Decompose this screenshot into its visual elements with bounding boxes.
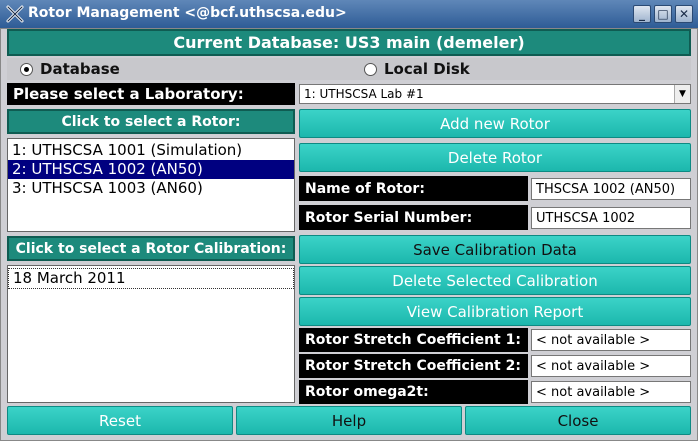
stretch1-label: Rotor Stretch Coefficient 1: (299, 328, 528, 352)
add-rotor-button[interactable]: Add new Rotor (299, 109, 691, 138)
stretch2-label-text: Rotor Stretch Coefficient 2: (305, 358, 521, 374)
lab-select-value: 1: UTHSCSA Lab #1 (304, 87, 424, 101)
rotor-list-header-text: Click to select a Rotor: (61, 113, 241, 130)
rotor-list-item[interactable]: 1: UTHSCSA 1001 (Simulation) (8, 141, 294, 160)
current-database-banner: Current Database: US3 main (demeler) (7, 29, 691, 56)
rotor-serial-label-text: Rotor Serial Number: (305, 209, 473, 226)
view-calibration-report-button[interactable]: View Calibration Report (299, 297, 691, 326)
rotor-list-item[interactable]: 3: UTHSCSA 1003 (AN60) (8, 179, 294, 198)
local-disk-radio-label: Local Disk (384, 60, 470, 78)
rotor-list-item-selected[interactable]: 2: UTHSCSA 1002 (AN50) (8, 160, 294, 179)
delete-calibration-button[interactable]: Delete Selected Calibration (299, 266, 691, 295)
rotor-name-value: THSCSA 1002 (AN50) (536, 181, 676, 197)
lab-prompt: Please select a Laboratory: (7, 83, 295, 105)
rotor-name-input[interactable]: THSCSA 1002 (AN50) (531, 178, 691, 200)
database-radio[interactable]: Database (20, 58, 120, 80)
local-disk-radio[interactable]: Local Disk (364, 58, 470, 80)
window-title: Rotor Management <@bcf.uthscsa.edu> (28, 5, 347, 21)
rotor-list[interactable]: 1: UTHSCSA 1001 (Simulation) 2: UTHSCSA … (7, 138, 295, 232)
database-radio-label: Database (40, 60, 120, 78)
calibration-list-header: Click to select a Rotor Calibration: (7, 236, 295, 261)
calibration-list-header-text: Click to select a Rotor Calibration: (15, 240, 287, 257)
rotor-serial-label: Rotor Serial Number: (299, 205, 528, 230)
omega-label-text: Rotor omega2t: (305, 384, 429, 400)
lab-select[interactable]: 1: UTHSCSA Lab #1 ▼ (299, 84, 691, 104)
omega-label: Rotor omega2t: (299, 380, 528, 404)
help-button[interactable]: Help (236, 406, 462, 435)
rotor-serial-value: UTHSCSA 1002 (536, 210, 636, 226)
rotor-name-label-text: Name of Rotor: (305, 180, 425, 197)
title-bar: Rotor Management <@bcf.uthscsa.edu> (0, 0, 698, 28)
save-calibration-button[interactable]: Save Calibration Data (299, 235, 691, 264)
stretch2-input[interactable]: < not available > (531, 355, 691, 377)
calibration-list-item[interactable]: 18 March 2011 (8, 268, 294, 289)
local-disk-radio-icon[interactable] (364, 62, 377, 76)
omega-value: < not available > (536, 384, 651, 400)
rotor-name-label: Name of Rotor: (299, 176, 528, 201)
stretch1-label-text: Rotor Stretch Coefficient 1: (305, 332, 521, 348)
rotor-list-header: Click to select a Rotor: (7, 109, 295, 134)
stretch1-input[interactable]: < not available > (531, 329, 691, 351)
maximize-icon[interactable]: □ (654, 5, 672, 23)
delete-rotor-button[interactable]: Delete Rotor (299, 143, 691, 172)
app-icon (6, 5, 24, 23)
reset-button[interactable]: Reset (7, 406, 233, 435)
current-database-text: Current Database: US3 main (demeler) (173, 33, 525, 52)
close-window-icon[interactable]: ✕ (675, 5, 693, 23)
minimize-icon[interactable]: _ (633, 5, 651, 23)
stretch2-value: < not available > (536, 358, 651, 374)
chevron-down-icon[interactable]: ▼ (674, 85, 690, 103)
omega-input[interactable]: < not available > (531, 381, 691, 403)
close-button[interactable]: Close (465, 406, 691, 435)
stretch2-label: Rotor Stretch Coefficient 2: (299, 354, 528, 378)
database-radio-icon[interactable] (20, 62, 33, 76)
calibration-list[interactable]: 18 March 2011 (7, 265, 295, 403)
rotor-serial-input[interactable]: UTHSCSA 1002 (531, 207, 691, 229)
stretch1-value: < not available > (536, 332, 651, 348)
lab-prompt-text: Please select a Laboratory: (13, 85, 244, 103)
